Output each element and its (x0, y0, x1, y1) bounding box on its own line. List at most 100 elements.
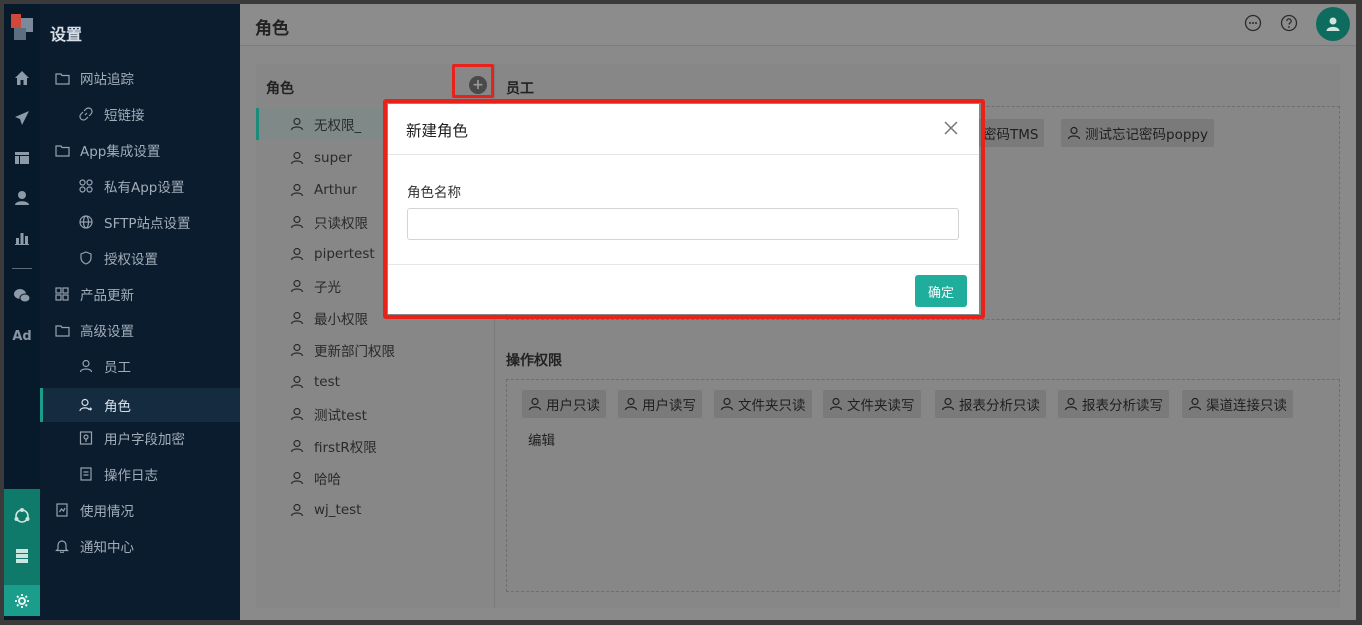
send-icon[interactable] (10, 106, 34, 130)
logo-icon (11, 14, 33, 40)
user-icon (290, 247, 304, 261)
edit-permissions-link[interactable]: 编辑 (528, 429, 555, 449)
user-icon (528, 397, 542, 411)
permission-tag[interactable]: 报表分析只读 (935, 390, 1046, 418)
sidebar-title: 设置 (50, 25, 83, 44)
role-item[interactable]: 测试test (256, 398, 495, 430)
permission-tag[interactable]: 用户读写 (618, 390, 702, 418)
table-icon[interactable] (10, 146, 34, 170)
sidebar-item-operation-log[interactable]: 操作日志 (40, 457, 240, 491)
bell-icon (54, 538, 70, 554)
user-icon (290, 311, 304, 325)
sidebar-item-authorization[interactable]: 授权设置 (40, 241, 240, 275)
permission-name: 文件夹读写 (847, 398, 915, 414)
user-icon (290, 215, 304, 229)
sidebar-item-website-tracking[interactable]: 网站追踪 (40, 61, 240, 95)
role-name: firstR权限 (314, 440, 377, 456)
folder-icon (54, 322, 70, 338)
sidebar-item-label: App集成设置 (80, 144, 161, 160)
page-title: 角色 (255, 19, 289, 39)
chart-icon[interactable] (10, 226, 34, 250)
user-icon (1064, 397, 1078, 411)
avatar[interactable] (1316, 7, 1350, 41)
grid-icon (54, 286, 70, 302)
permission-name: 报表分析只读 (959, 398, 1040, 414)
permission-tag[interactable]: 用户只读 (522, 390, 606, 418)
rail-divider (12, 268, 32, 269)
settings-icon[interactable] (4, 585, 40, 616)
role-name: 更新部门权限 (314, 344, 395, 360)
user-icon (941, 397, 955, 411)
role-item[interactable]: wj_test (256, 494, 495, 526)
sidebar-item-notification-center[interactable]: 通知中心 (40, 529, 240, 563)
permission-name: 渠道连接只读 (1206, 398, 1287, 414)
user-icon (720, 397, 734, 411)
role-name: 最小权限 (314, 312, 368, 328)
role-item[interactable]: 更新部门权限 (256, 334, 495, 366)
permission-name: 用户只读 (546, 398, 600, 414)
sidebar-item-short-link[interactable]: 短链接 (40, 97, 240, 131)
employee-tag[interactable]: 密码TMS (977, 119, 1045, 147)
role-item[interactable]: firstR权限 (256, 430, 495, 462)
sidebar-item-label: 用户字段加密 (104, 432, 185, 448)
operations-box: 用户只读 用户读写 文件夹只读 文件夹读写 报表分析只读 报表分析读写 渠道连接… (506, 379, 1340, 592)
employee-tag[interactable]: 测试忘记密码poppy (1061, 119, 1214, 147)
chat-icon[interactable] (1244, 14, 1262, 32)
operations-heading: 操作权限 (506, 353, 562, 369)
permission-tag[interactable]: 文件夹只读 (714, 390, 812, 418)
sidebar-item-field-encryption[interactable]: 用户字段加密 (40, 421, 240, 455)
user-icon (290, 407, 304, 421)
role-name: wj_test (314, 502, 362, 518)
permission-tag[interactable]: 渠道连接只读 (1182, 390, 1293, 418)
sidebar-item-label: 短链接 (104, 108, 145, 124)
user-icon (290, 439, 304, 453)
sidebar-item-roles[interactable]: 角色 (40, 388, 240, 422)
wechat-icon[interactable] (10, 284, 34, 308)
encrypt-icon (78, 430, 94, 446)
person-icon[interactable] (10, 186, 34, 210)
sidebar-item-label: 操作日志 (104, 468, 158, 484)
sidebar-item-advanced[interactable]: 高级设置 (40, 313, 240, 347)
network-icon[interactable] (10, 504, 34, 528)
sidebar-item-product-update[interactable]: 产品更新 (40, 277, 240, 311)
modal-highlight-frame (383, 99, 985, 319)
add-button-highlight (452, 64, 494, 98)
user-icon (624, 397, 638, 411)
role-name: 无权限_ (314, 118, 362, 134)
sidebar-item-sftp[interactable]: SFTP站点设置 (40, 205, 240, 239)
sidebar-item-label: 授权设置 (104, 252, 158, 268)
sidebar-item-label: SFTP站点设置 (104, 216, 191, 232)
sidebar-item-label: 私有App设置 (104, 180, 185, 196)
permission-tag[interactable]: 文件夹读写 (823, 390, 921, 418)
user-icon (290, 375, 304, 389)
folder-icon (54, 70, 70, 86)
shield-icon (78, 250, 94, 266)
usage-icon (54, 502, 70, 518)
role-name: 只读权限 (314, 216, 368, 232)
server-icon[interactable] (10, 544, 34, 568)
permission-tag[interactable]: 报表分析读写 (1058, 390, 1169, 418)
role-name: 子光 (314, 280, 341, 296)
role-item[interactable]: test (256, 366, 495, 398)
role-item[interactable]: 哈哈 (256, 462, 495, 494)
top-bar: 角色 (240, 4, 1356, 46)
sidebar-item-usage[interactable]: 使用情况 (40, 493, 240, 527)
roles-heading: 角色 (266, 81, 294, 97)
link-icon (78, 106, 94, 122)
sidebar-item-label: 网站追踪 (80, 72, 134, 88)
home-icon[interactable] (10, 66, 34, 90)
employee-name: 测试忘记密码poppy (1085, 127, 1208, 143)
app-window: Ad 设置 网站追踪 短链接 App集成设置 私有App设置 SFTP站点设置 … (4, 4, 1356, 620)
ad-label[interactable]: Ad (10, 324, 34, 348)
sidebar-item-private-app[interactable]: 私有App设置 (40, 169, 240, 203)
help-icon[interactable] (1280, 14, 1298, 32)
user-icon (1067, 126, 1081, 140)
sidebar-item-label: 产品更新 (80, 288, 134, 304)
sidebar-item-app-integration[interactable]: App集成设置 (40, 133, 240, 167)
user-icon (1188, 397, 1202, 411)
sidebar-item-employees[interactable]: 员工 (40, 349, 240, 383)
sidebar-item-label: 高级设置 (80, 324, 134, 340)
role-name: 哈哈 (314, 472, 341, 488)
log-icon (78, 466, 94, 482)
settings-sidebar: 设置 网站追踪 短链接 App集成设置 私有App设置 SFTP站点设置 授权设… (40, 4, 240, 620)
